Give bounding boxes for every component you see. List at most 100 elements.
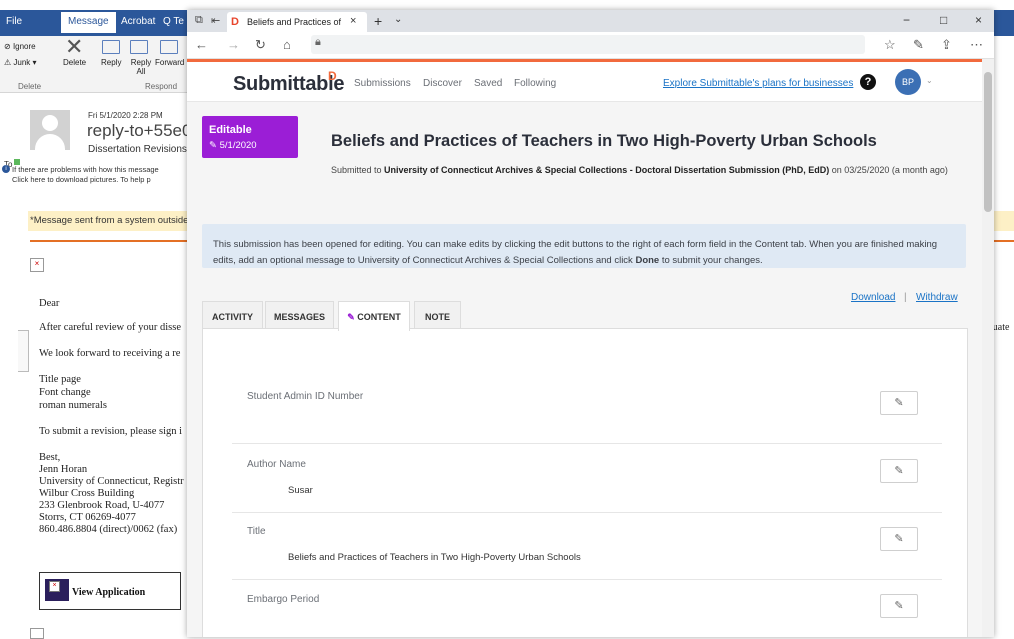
edit-icon: ✎ <box>894 397 904 409</box>
browser-titlebar: ⧉ ⇤ D Beliefs and Practices of × + ⌄ − □… <box>187 10 994 32</box>
tab-list-chevron-icon[interactable]: ⌄ <box>394 14 402 25</box>
banner-text: *Message sent from a system outside o <box>30 215 197 226</box>
message-subject: Dissertation Revisions <box>88 144 187 155</box>
tab-actions-icon[interactable]: ⧉ <box>195 14 203 27</box>
body-line: 860.486.8804 (direct)/0062 (fax) <box>39 524 178 535</box>
favorites-icon[interactable]: ☆ <box>884 37 896 53</box>
edit-title-button[interactable]: ✎ <box>880 527 918 551</box>
info-line-1: If there are problems with how this mess… <box>12 165 159 174</box>
broken-image-icon: × <box>30 258 44 272</box>
nav-following[interactable]: Following <box>514 78 556 89</box>
tab-close-icon[interactable]: × <box>350 15 356 27</box>
withdraw-link[interactable]: Withdraw <box>916 292 958 303</box>
field-divider <box>232 443 942 444</box>
field-label-embargo: Embargo Period <box>247 594 320 605</box>
lock-icon[interactable]: 🔒︎ <box>315 36 321 49</box>
edit-icon: ✎ <box>894 600 904 612</box>
forward-button[interactable]: Forward <box>155 58 184 67</box>
broken-image-icon <box>30 628 44 639</box>
submitted-prefix: Submitted to <box>331 165 385 175</box>
broken-image-icon: × <box>49 581 60 592</box>
download-link[interactable]: Download <box>851 292 895 303</box>
tab-messages[interactable]: MESSAGES <box>265 301 334 330</box>
back-arrow-icon[interactable]: ← <box>195 37 208 52</box>
body-line: Best, <box>39 452 61 463</box>
tab-tell-me[interactable]: Q Te <box>163 16 184 27</box>
info-line-2[interactable]: Click here to download pictures. To help… <box>12 175 151 184</box>
submittable-logo-icon: D <box>328 69 337 83</box>
body-line: We look forward to receiving a re <box>39 348 181 359</box>
submission-title: Beliefs and Practices of Teachers in Two… <box>331 132 877 150</box>
tab-title[interactable]: Beliefs and Practices of <box>247 17 341 27</box>
message-date: Fri 5/1/2020 2:28 PM <box>88 111 163 120</box>
chevron-down-icon[interactable]: ⌄ <box>926 76 933 85</box>
page-scrollbar-thumb[interactable] <box>984 72 992 212</box>
share-icon[interactable]: ⇪ <box>941 37 952 53</box>
view-application-link[interactable]: View Application <box>72 587 145 598</box>
group-delete-label: Delete <box>18 82 42 91</box>
more-icon[interactable]: ⋯ <box>970 37 983 53</box>
tab-content-label: CONTENT <box>357 312 401 322</box>
tab-activity[interactable]: ACTIVITY <box>202 301 263 330</box>
edit-embargo-button[interactable]: ✎ <box>880 594 918 618</box>
set-aside-tabs-icon[interactable]: ⇤ <box>211 14 220 27</box>
reply-all-button[interactable]: Reply All <box>128 58 154 76</box>
tab-acrobat[interactable]: Acrobat <box>121 16 155 27</box>
reply-all-icon[interactable] <box>130 40 148 54</box>
field-value-author-name: Susar <box>288 485 313 496</box>
forward-arrow-icon[interactable]: → <box>227 37 240 52</box>
field-divider <box>232 579 942 580</box>
forward-icon[interactable] <box>160 40 178 54</box>
user-avatar[interactable]: BP <box>895 69 921 95</box>
reply-button[interactable]: Reply <box>101 58 121 67</box>
nav-discover[interactable]: Discover <box>423 78 462 89</box>
refresh-icon[interactable]: ↻ <box>255 37 266 53</box>
nav-submissions[interactable]: Submissions <box>354 78 411 89</box>
nav-saved[interactable]: Saved <box>474 78 502 89</box>
field-label-student-id: Student Admin ID Number <box>247 391 364 402</box>
submittable-favicon-icon: D <box>231 16 239 28</box>
edit-icon: ✎ <box>347 312 355 322</box>
body-line: Title page <box>39 374 81 385</box>
body-line: 233 Glenbrook Road, U-4077 <box>39 500 165 511</box>
edit-icon: ✎ <box>209 140 217 151</box>
reply-icon[interactable] <box>102 40 120 54</box>
junk-button[interactable]: ⚠ Junk ▾ <box>4 58 37 67</box>
delete-icon[interactable]: ✕ <box>65 36 83 58</box>
explore-plans-link[interactable]: Explore Submittable's plans for business… <box>663 78 853 89</box>
notice-part1: This submission has been opened for edit… <box>213 239 938 266</box>
tab-message[interactable]: Message <box>61 12 116 33</box>
body-line: roman numerals <box>39 400 107 411</box>
avatar-body <box>35 134 65 150</box>
body-line: Jenn Horan <box>39 464 88 475</box>
tab-file[interactable]: File <box>6 16 22 27</box>
field-divider <box>232 512 942 513</box>
ignore-button[interactable]: ⊘ Ignore <box>4 42 36 51</box>
sender-avatar <box>30 110 70 150</box>
new-tab-button[interactable]: + <box>374 13 382 29</box>
pane-resize-handle[interactable] <box>18 330 29 372</box>
pen-icon[interactable]: ✎ <box>913 37 924 53</box>
delete-button[interactable]: Delete <box>63 58 86 67</box>
edit-icon: ✎ <box>894 533 904 545</box>
address-bar[interactable] <box>311 35 865 54</box>
junk-label: Junk <box>13 58 31 67</box>
info-bar[interactable]: i If there are problems with how this me… <box>0 165 187 189</box>
field-value-title: Beliefs and Practices of Teachers in Two… <box>288 552 581 563</box>
editable-badge <box>202 116 298 158</box>
body-line: University of Connecticut, Registr <box>39 476 184 487</box>
maximize-button[interactable]: □ <box>940 13 947 27</box>
body-line: Storrs, CT 06269-4077 <box>39 512 136 523</box>
edit-author-name-button[interactable]: ✎ <box>880 459 918 483</box>
body-line: Dear <box>39 298 60 309</box>
content-panel <box>202 328 968 637</box>
submitted-to-text: Submitted to University of Connecticut A… <box>331 164 971 177</box>
home-icon[interactable]: ⌂ <box>283 37 291 52</box>
edit-student-id-button[interactable]: ✎ <box>880 391 918 415</box>
minimize-button[interactable]: − <box>903 13 910 27</box>
tab-note[interactable]: NOTE <box>414 301 461 330</box>
tab-content[interactable]: ✎ CONTENT <box>338 301 410 331</box>
close-window-button[interactable]: × <box>975 13 982 27</box>
help-icon[interactable]: ? <box>860 74 876 90</box>
editable-date: ✎ 5/1/2020 <box>209 140 257 151</box>
